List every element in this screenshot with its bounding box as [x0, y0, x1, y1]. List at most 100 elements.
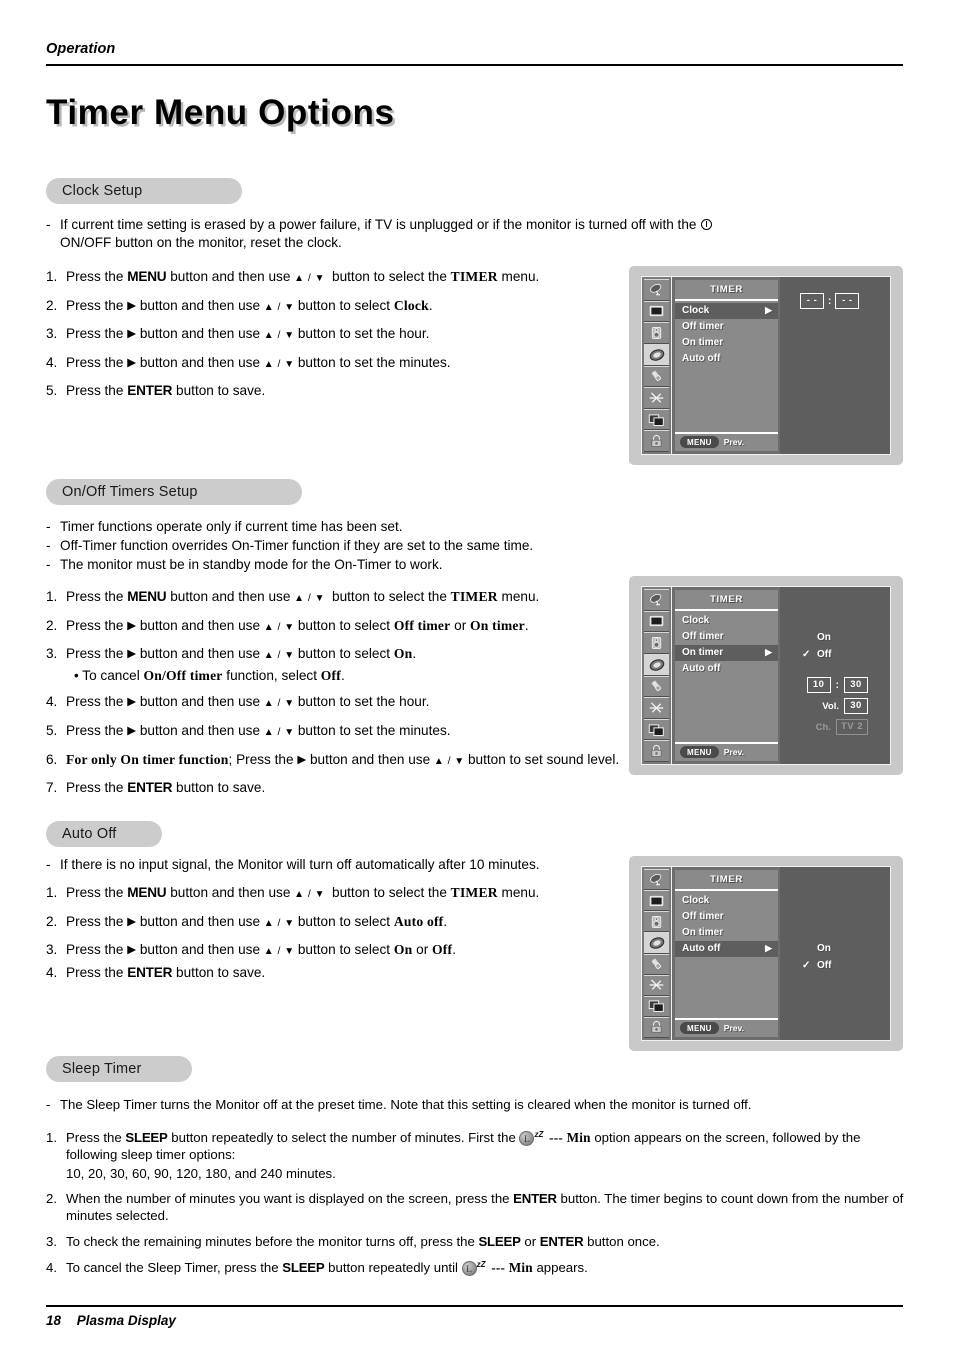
list-item: 1. Press the MENU button and then use ▲ /…	[46, 589, 540, 604]
osd-menu-item-on-timer[interactable]: On timer ▶	[675, 644, 778, 661]
osd-value-panel: On ✓ Off	[780, 867, 890, 1040]
note-text: Timer functions operate only if current …	[60, 519, 403, 534]
osd-menu-title: TIMER	[675, 870, 778, 891]
timer-clock-icon[interactable]	[644, 932, 669, 954]
timer-clock-icon[interactable]	[644, 653, 669, 676]
osd-item-label: Off timer	[682, 321, 724, 332]
pip-icon[interactable]	[644, 995, 669, 1017]
satellite-dish-icon[interactable]	[644, 589, 669, 611]
osd-value-panel: - - : - -	[780, 277, 890, 454]
osd-menu-item-auto-off[interactable]: Auto off	[675, 661, 778, 677]
setup-brush-icon[interactable]	[644, 953, 669, 975]
list-item: 5. Press the ENTER button to save.	[46, 383, 266, 399]
osd-screenshot-auto-off: TIMER Clock Off timer On timer Auto off …	[629, 856, 903, 1051]
osd-screenshot-on-timer: TIMER Clock Off timer On timer ▶ Auto of…	[629, 576, 903, 775]
list-item: 1. Press the MENU button and then use ▲ /…	[46, 885, 540, 900]
picture-icon[interactable]	[644, 300, 669, 323]
osd-icon-rail	[642, 587, 672, 764]
list-item: 1. Press the MENU button and then use ▲ /…	[46, 269, 540, 284]
satellite-dish-icon[interactable]	[644, 279, 669, 301]
list-number: 3.	[46, 1234, 57, 1249]
option-on[interactable]: On	[802, 940, 882, 957]
osd-menu-footer: MENU Prev.	[675, 741, 778, 761]
list-item: 1. Press the SLEEP button repeatedly to …	[46, 1129, 906, 1163]
osd-value-panel: On ✓ Off 10 : 30 Vol. 30 Ch. TV 2	[780, 587, 890, 764]
menu-key-badge[interactable]: MENU	[680, 436, 719, 448]
list-item: 7. Press the ENTER button to save.	[46, 780, 266, 796]
list-number: 4.	[46, 1260, 57, 1275]
list-item: • To cancel On/Off timer function, selec…	[74, 667, 345, 683]
menu-key-badge[interactable]: MENU	[680, 1022, 719, 1034]
minute-value[interactable]: 30	[844, 677, 868, 693]
list-item: 3. Press the ▶ button and then use ▲ / ▼ …	[46, 942, 457, 958]
setup-brush-icon[interactable]	[644, 675, 669, 698]
list-item: 2. Press the ▶ button and then use ▲ / ▼ …	[46, 617, 529, 633]
minute-value[interactable]: - -	[835, 293, 860, 309]
osd-item-label: Auto off	[682, 943, 721, 954]
lock-icon[interactable]	[644, 740, 669, 762]
pip-icon[interactable]	[644, 408, 669, 431]
note-text: The Sleep Timer turns the Monitor off at…	[60, 1097, 752, 1112]
setup-brush-icon[interactable]	[644, 365, 669, 388]
osd-menu-footer: MENU Prev.	[675, 1017, 778, 1037]
page-title: Timer Menu Options	[46, 93, 395, 132]
osd-menu-item-off-timer[interactable]: Off timer	[675, 319, 778, 335]
channel-value[interactable]: TV 2	[835, 719, 868, 735]
prev-label: Prev.	[723, 437, 744, 447]
screen-tool-icon[interactable]	[644, 387, 669, 409]
picture-icon[interactable]	[644, 610, 669, 633]
osd-item-label: On timer	[682, 337, 724, 348]
osd-item-label: Auto off	[682, 663, 721, 674]
osd-menu-item-auto-off[interactable]: Auto off	[675, 351, 778, 367]
time-colon: :	[828, 295, 832, 307]
osd-menu-item-auto-off[interactable]: Auto off ▶	[675, 940, 778, 957]
option-off[interactable]: ✓ Off	[802, 646, 882, 663]
osd-menu-item-clock[interactable]: Clock	[675, 893, 778, 909]
hour-value[interactable]: 10	[806, 677, 831, 693]
option-off[interactable]: ✓ Off	[802, 957, 882, 974]
osd-menu-item-off-timer[interactable]: Off timer	[675, 629, 778, 645]
page-number: 18	[46, 1313, 62, 1328]
osd-menu-item-on-timer[interactable]: On timer	[675, 925, 778, 941]
osd-menu-title: TIMER	[675, 590, 778, 611]
check-icon: ✓	[802, 649, 811, 660]
list-item: 3. Press the ▶ button and then use ▲ / ▼ …	[46, 646, 417, 662]
list-number: 1.	[46, 1130, 57, 1145]
osd-menu-footer: MENU Prev.	[675, 431, 778, 451]
osd-icon-rail	[642, 277, 672, 454]
osd-menu-item-clock[interactable]: Clock ▶	[675, 302, 778, 319]
osd-item-label: Clock	[682, 615, 710, 626]
sleep-clock-icon: zZ	[461, 1260, 488, 1279]
sleep-options-text: 10, 20, 30, 60, 90, 120, 180, and 240 mi…	[66, 1166, 336, 1181]
osd-menu-column: TIMER Clock ▶ Off timer On timer Auto of…	[672, 277, 780, 454]
osd-menu-item-clock[interactable]: Clock	[675, 613, 778, 629]
volume-value[interactable]: 30	[844, 698, 868, 714]
pip-icon[interactable]	[644, 718, 669, 741]
screen-tool-icon[interactable]	[644, 697, 669, 719]
hour-value[interactable]: - -	[800, 293, 824, 309]
option-label-off: Off	[817, 649, 832, 660]
lock-icon[interactable]	[644, 1016, 669, 1038]
osd-menu-item-off-timer[interactable]: Off timer	[675, 909, 778, 925]
list-item: 2. When the number of minutes you want is…	[46, 1191, 904, 1223]
osd-menu-item-on-timer[interactable]: On timer	[675, 335, 778, 351]
audio-speaker-icon[interactable]	[644, 632, 669, 654]
picture-icon[interactable]	[644, 890, 669, 912]
timer-clock-icon[interactable]	[644, 343, 669, 366]
on-timer-volume-row: Vol. 30	[788, 698, 882, 714]
satellite-dish-icon[interactable]	[644, 869, 669, 891]
osd-item-label: Clock	[682, 305, 710, 316]
option-label-on: On	[817, 943, 831, 954]
time-colon: :	[835, 679, 839, 691]
volume-label: Vol.	[822, 700, 839, 712]
bullet-dash: -	[46, 217, 51, 232]
audio-speaker-icon[interactable]	[644, 322, 669, 344]
option-on[interactable]: On	[802, 629, 882, 646]
osd-screenshot-clock: TIMER Clock ▶ Off timer On timer Auto of…	[629, 266, 903, 465]
menu-key-badge[interactable]: MENU	[680, 746, 719, 758]
section-heading-clock-setup: Clock Setup	[46, 178, 242, 204]
screen-tool-icon[interactable]	[644, 974, 669, 996]
lock-icon[interactable]	[644, 430, 669, 452]
osd-item-label: On timer	[682, 927, 724, 938]
audio-speaker-icon[interactable]	[644, 911, 669, 933]
